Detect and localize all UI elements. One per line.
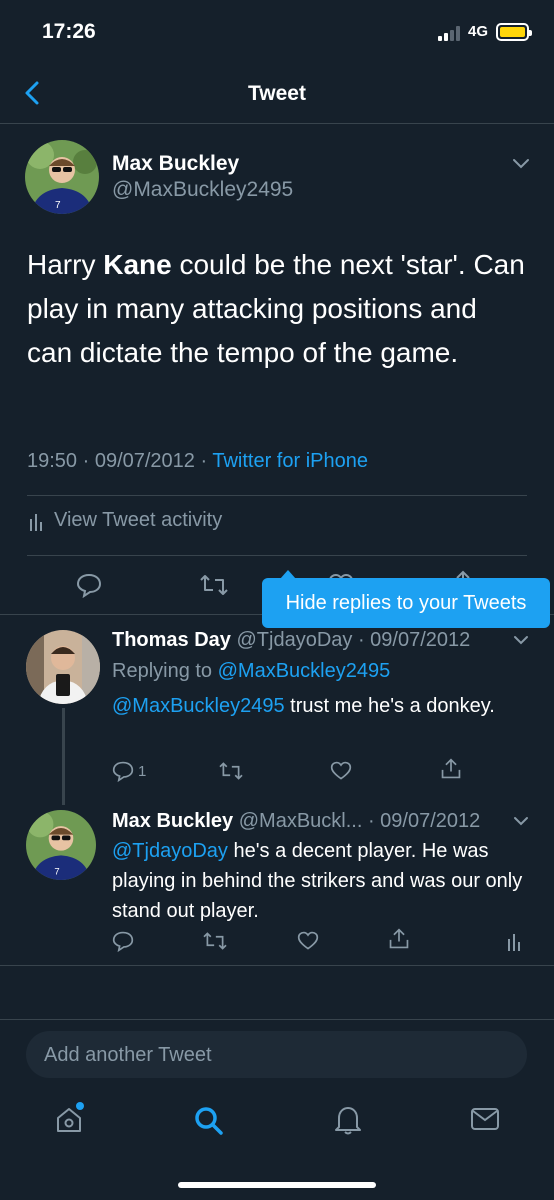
notifications-icon[interactable] — [334, 1105, 362, 1140]
nav-bar: Tweet — [0, 62, 554, 124]
tweet-source-link[interactable]: Twitter for iPhone — [212, 450, 368, 472]
search-icon[interactable] — [193, 1105, 225, 1142]
notification-dot — [76, 1102, 84, 1110]
signal-icon — [438, 25, 464, 41]
analytics-icon[interactable] — [508, 930, 522, 957]
analytics-icon — [30, 513, 42, 531]
svg-text:7: 7 — [54, 866, 59, 877]
chevron-down-icon[interactable] — [511, 811, 531, 836]
status-bar: 17:26 4G — [0, 0, 554, 62]
reply-count: 1 — [138, 762, 147, 780]
share-icon[interactable] — [440, 758, 462, 785]
reply-handle-date: @MaxBuckl... · 09/07/2012 — [238, 810, 481, 832]
add-tweet-input[interactable]: Add another Tweet — [26, 1031, 527, 1078]
mention-link[interactable]: @TjdayoDay — [112, 840, 228, 862]
svg-text:7: 7 — [55, 200, 61, 211]
battery-icon — [496, 23, 532, 41]
like-icon[interactable] — [297, 930, 319, 957]
avatar[interactable]: 7 — [25, 140, 99, 214]
retweet-icon[interactable] — [199, 572, 229, 603]
home-indicator — [178, 1182, 376, 1188]
divider — [27, 495, 527, 496]
reply-author-name[interactable]: Thomas Day — [112, 629, 231, 651]
chevron-down-icon[interactable] — [511, 630, 531, 655]
author-name[interactable]: Max Buckley — [112, 152, 239, 176]
network-type: 4G — [468, 23, 489, 40]
share-icon[interactable] — [388, 928, 410, 955]
activity-label: View Tweet activity — [54, 509, 223, 531]
avatar[interactable]: 7 — [26, 810, 96, 880]
tweet-timestamp: 19:50 · 09/07/2012 · — [27, 450, 213, 472]
page-title: Tweet — [248, 82, 306, 105]
reply-icon[interactable] — [112, 930, 134, 957]
reply-text: @MaxBuckley2495 trust me he's a donkey. — [112, 695, 495, 717]
tooltip-text: Hide replies to your Tweets — [285, 591, 527, 614]
replying-to: Replying to @MaxBuckley2495 — [112, 660, 391, 682]
tweet-text: Harry Kane could be the next 'star'. Can… — [27, 249, 525, 368]
avatar[interactable] — [26, 630, 100, 704]
reply-handle-date: @TjdayoDay · 09/07/2012 — [236, 629, 471, 651]
retweet-icon[interactable] — [202, 930, 228, 957]
view-activity-button[interactable]: View Tweet activity — [30, 509, 222, 532]
chevron-down-icon[interactable] — [510, 152, 532, 174]
author-handle[interactable]: @MaxBuckley2495 — [112, 178, 293, 202]
retweet-icon[interactable] — [218, 760, 244, 787]
reply-author-name[interactable]: Max Buckley — [112, 810, 233, 832]
divider — [27, 555, 527, 556]
divider — [0, 965, 554, 966]
mention-link[interactable]: @MaxBuckley2495 — [112, 695, 285, 717]
reply-text: @TjdayoDay he's a decent player. He was … — [112, 840, 523, 922]
thread-line — [62, 708, 65, 805]
messages-icon[interactable] — [470, 1105, 500, 1138]
hide-replies-tooltip[interactable]: Hide replies to your Tweets — [262, 570, 550, 628]
reply-header: Thomas Day @TjdayoDay · 09/07/2012 — [112, 629, 470, 652]
reply-icon[interactable] — [76, 572, 102, 603]
tweet-meta: 19:50 · 09/07/2012 · Twitter for iPhone — [27, 450, 368, 473]
like-icon[interactable] — [330, 760, 352, 787]
reply-header: Max Buckley @MaxBuckl... · 09/07/2012 — [112, 810, 480, 833]
status-time: 17:26 — [42, 20, 96, 43]
home-icon[interactable] — [54, 1105, 84, 1140]
replying-to-link[interactable]: @MaxBuckley2495 — [218, 660, 391, 682]
reply-icon[interactable]: 1 — [112, 760, 146, 782]
